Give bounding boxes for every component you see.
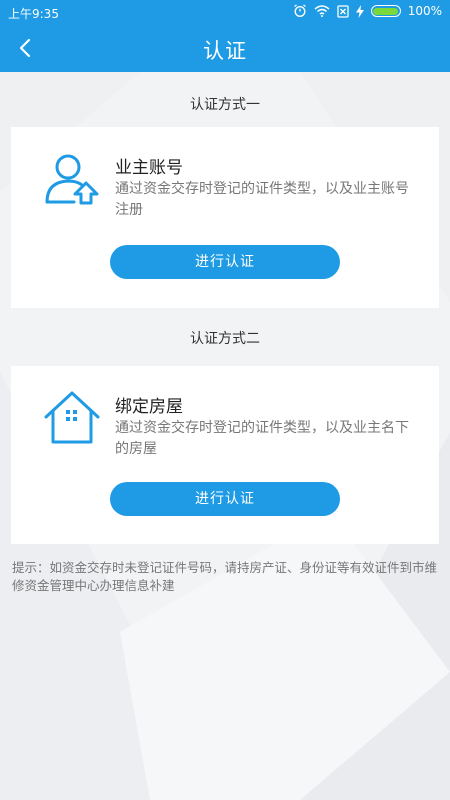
method-description: 通过资金交存时登记的证件类型，以及业主账号注册 <box>115 181 409 218</box>
method-description: 通过资金交存时登记的证件类型，以及业主名下的房屋 <box>115 420 409 457</box>
section-title-method-1: 认证方式一 <box>190 97 260 113</box>
tip-text: 提示：如资金交存时未登记证件号码，请持房产证、身份证等有效证件到市维修资金管理中… <box>12 560 438 593</box>
user-upload-icon <box>45 154 99 205</box>
page-title: 认证 <box>203 39 247 63</box>
status-time: 上午9:35 <box>8 7 59 21</box>
charging-icon <box>355 4 364 18</box>
alarm-icon <box>293 4 306 18</box>
battery-icon <box>370 5 401 17</box>
section-title-method-2: 认证方式二 <box>190 331 260 347</box>
battery-percent: 100% <box>407 4 442 18</box>
status-bar: 上午9:35 100% <box>0 0 450 24</box>
method-card-owner-account: 业主账号 通过资金交存时登记的证件类型，以及业主账号注册 进行认证 <box>11 127 439 308</box>
status-icons: 100% <box>293 4 442 18</box>
method-card-bind-house: 绑定房屋 通过资金交存时登记的证件类型，以及业主名下的房屋 进行认证 <box>11 366 439 544</box>
no-sim-icon <box>337 4 349 18</box>
app-bar: 认证 <box>0 24 450 72</box>
wifi-icon <box>314 5 330 17</box>
verify-button-bind-house[interactable]: 进行认证 <box>110 482 340 516</box>
verify-button-owner-account[interactable]: 进行认证 <box>110 245 340 279</box>
battery-level <box>373 7 399 15</box>
method-name: 绑定房屋 <box>115 397 183 417</box>
method-name: 业主账号 <box>115 158 183 178</box>
house-icon <box>44 391 100 444</box>
